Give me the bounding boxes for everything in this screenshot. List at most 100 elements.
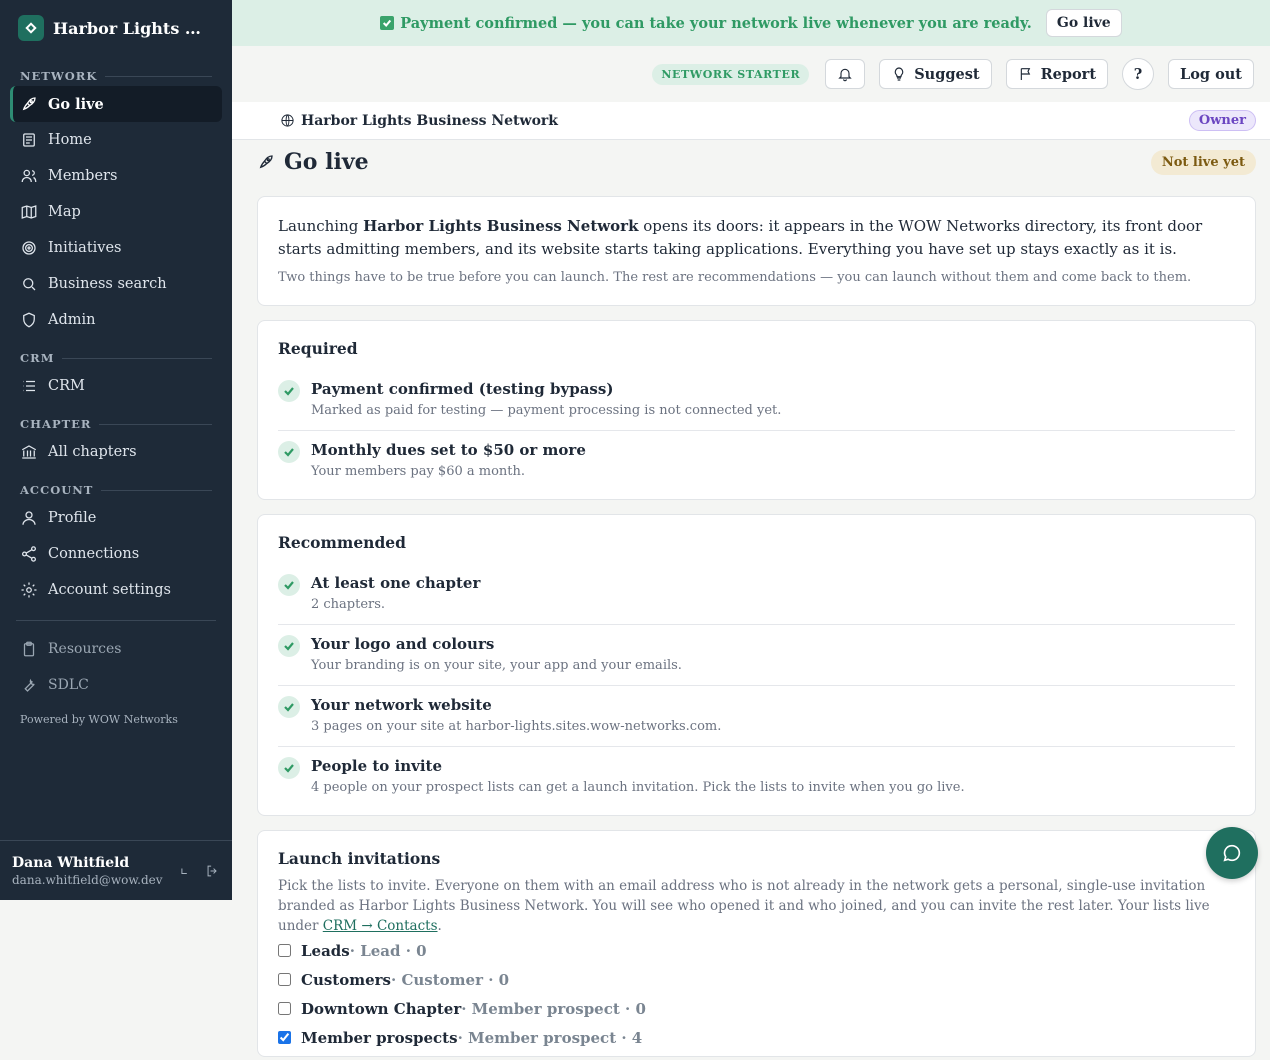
users-icon bbox=[21, 169, 37, 183]
brand[interactable]: Harbor Lights Busi... bbox=[0, 0, 232, 56]
report-button[interactable]: Report bbox=[1005, 59, 1109, 89]
list-option-customers[interactable]: Customers · Customer · 0 bbox=[278, 965, 1235, 994]
suggest-button[interactable]: Suggest bbox=[879, 59, 992, 89]
check-title: People to invite bbox=[311, 757, 443, 775]
recommended-item-chapter: At least one chapter 2 chapters. bbox=[278, 564, 1235, 625]
wrench-icon bbox=[24, 678, 35, 692]
recommended-item-invite: People to invite 4 people on your prospec… bbox=[278, 747, 1235, 797]
user-icon bbox=[22, 511, 36, 525]
network-name[interactable]: Harbor Lights Business Network bbox=[301, 113, 1189, 129]
user-info[interactable]: Dana Whitfield dana.whitfield@wow.dev bbox=[12, 855, 163, 887]
intro-card: Launching Harbor Lights Business Network… bbox=[257, 196, 1256, 306]
list-checkbox[interactable] bbox=[278, 1031, 291, 1044]
sidebar-item-sdlc[interactable]: SDLC bbox=[10, 667, 222, 703]
check-icon bbox=[278, 441, 300, 463]
flag-icon bbox=[1020, 68, 1030, 80]
recommended-title: Recommended bbox=[278, 533, 406, 552]
list-checkbox[interactable] bbox=[278, 944, 291, 957]
check-title: At least one chapter bbox=[311, 574, 481, 592]
sidebar-item-label: SDLC bbox=[48, 677, 89, 693]
recommended-card: Recommended At least one chapter 2 chapte… bbox=[257, 514, 1256, 816]
sidebar-item-go-live[interactable]: Go live bbox=[10, 86, 222, 122]
sidebar-item-account-settings[interactable]: Account settings bbox=[10, 572, 222, 608]
intro-subtext: Two things have to be true before you ca… bbox=[278, 270, 1192, 285]
invitations-desc: Pick the lists to invite. Everyone on th… bbox=[278, 876, 1235, 936]
required-item-dues: Monthly dues set to $50 or more Your memb… bbox=[278, 431, 1235, 481]
check-desc: 4 people on your prospect lists can get … bbox=[311, 780, 965, 795]
brand-name: Harbor Lights Busi... bbox=[53, 18, 213, 38]
plan-badge: NETWORK STARTER bbox=[652, 63, 810, 85]
network-bar: Harbor Lights Business Network Owner bbox=[232, 102, 1270, 140]
list-name: Customers bbox=[301, 970, 391, 989]
sidebar-item-label: Go live bbox=[48, 95, 104, 113]
check-title: Your logo and colours bbox=[311, 635, 495, 653]
sidebar-item-crm[interactable]: CRM bbox=[10, 368, 222, 404]
crm-contacts-link[interactable]: CRM → Contacts bbox=[323, 918, 438, 934]
invitations-card: Launch invitations Pick the lists to inv… bbox=[257, 830, 1256, 1057]
user-email: dana.whitfield@wow.dev bbox=[12, 872, 163, 887]
banner-go-live-button[interactable]: Go live bbox=[1045, 9, 1122, 37]
search-icon bbox=[23, 278, 36, 291]
check-icon bbox=[278, 696, 300, 718]
report-label: Report bbox=[1040, 65, 1097, 83]
sidebar-item-admin[interactable]: Admin bbox=[10, 302, 222, 338]
sidebar-item-all-chapters[interactable]: All chapters bbox=[10, 434, 222, 470]
status-badge: Not live yet bbox=[1150, 149, 1256, 175]
sidebar-item-connections[interactable]: Connections bbox=[10, 536, 222, 572]
list-option-leads[interactable]: Leads · Lead · 0 bbox=[278, 936, 1235, 965]
rocket-icon bbox=[259, 155, 273, 169]
list-name: Leads bbox=[301, 941, 350, 960]
check-icon bbox=[278, 574, 300, 596]
list-option-downtown[interactable]: Downtown Chapter · Member prospect · 0 bbox=[278, 994, 1235, 1023]
sidebar-item-label: Resources bbox=[48, 641, 122, 657]
sidebar-item-label: CRM bbox=[48, 378, 85, 394]
bell-icon bbox=[838, 68, 852, 82]
logout-icon[interactable] bbox=[205, 862, 220, 880]
check-desc: Your branding is on your site, your app … bbox=[311, 658, 682, 673]
required-item-payment: Payment confirmed (testing bypass) Marked… bbox=[278, 370, 1235, 431]
rocket-icon bbox=[22, 97, 36, 111]
topbar: NETWORK STARTER Suggest Report ? Log out bbox=[232, 46, 1270, 102]
sidebar-item-business-search[interactable]: Business search bbox=[10, 266, 222, 302]
sidebar-item-label: Initiatives bbox=[48, 240, 122, 256]
sidebar-item-home[interactable]: Home bbox=[10, 122, 222, 158]
intro-pre: Launching bbox=[278, 217, 364, 235]
sidebar-item-label: Account settings bbox=[48, 582, 171, 598]
list-checkbox[interactable] bbox=[278, 1002, 291, 1015]
sidebar-item-initiatives[interactable]: Initiatives bbox=[10, 230, 222, 266]
sidebar-item-members[interactable]: Members bbox=[10, 158, 222, 194]
sidebar-item-profile[interactable]: Profile bbox=[10, 500, 222, 536]
sidebar-item-map[interactable]: Map bbox=[10, 194, 222, 230]
list-checkbox[interactable] bbox=[278, 973, 291, 986]
gear-icon bbox=[21, 582, 37, 598]
user-name: Dana Whitfield bbox=[12, 854, 130, 871]
check-title: Your network website bbox=[311, 696, 492, 714]
sidebar-divider bbox=[16, 620, 216, 621]
list-option-member-prospects[interactable]: Member prospects · Member prospect · 4 bbox=[278, 1023, 1235, 1052]
main-content: Go live Not live yet Launching Harbor Li… bbox=[257, 140, 1256, 1057]
check-desc: 2 chapters. bbox=[311, 597, 386, 612]
section-account: ACCOUNT bbox=[0, 480, 232, 500]
check-icon bbox=[380, 16, 395, 30]
notifications-button[interactable] bbox=[825, 59, 866, 89]
map-icon bbox=[21, 205, 37, 219]
role-badge: Owner bbox=[1188, 110, 1256, 131]
chat-button[interactable] bbox=[1206, 827, 1258, 879]
intro-text: Launching Harbor Lights Business Network… bbox=[278, 215, 1235, 261]
sidebar-item-label: Members bbox=[48, 168, 118, 184]
section-network: NETWORK bbox=[0, 66, 232, 86]
lightbulb-icon bbox=[894, 67, 904, 81]
brand-logo-icon bbox=[18, 15, 44, 41]
payment-banner: Payment confirmed — you can take your ne… bbox=[232, 0, 1270, 46]
sidebar-item-label: Profile bbox=[48, 510, 97, 526]
section-title: NETWORK bbox=[20, 69, 98, 83]
required-title: Required bbox=[278, 339, 358, 358]
help-button[interactable]: ? bbox=[1122, 58, 1155, 90]
sidebar-item-resources[interactable]: Resources bbox=[10, 631, 222, 667]
collapse-icon[interactable] bbox=[177, 862, 192, 880]
share-icon bbox=[21, 546, 37, 562]
sidebar: Harbor Lights Busi... NETWORK Go live Ho… bbox=[0, 0, 232, 900]
list-name: Member prospects bbox=[301, 1028, 458, 1047]
newspaper-icon bbox=[23, 133, 35, 147]
logout-button[interactable]: Log out bbox=[1168, 59, 1254, 89]
